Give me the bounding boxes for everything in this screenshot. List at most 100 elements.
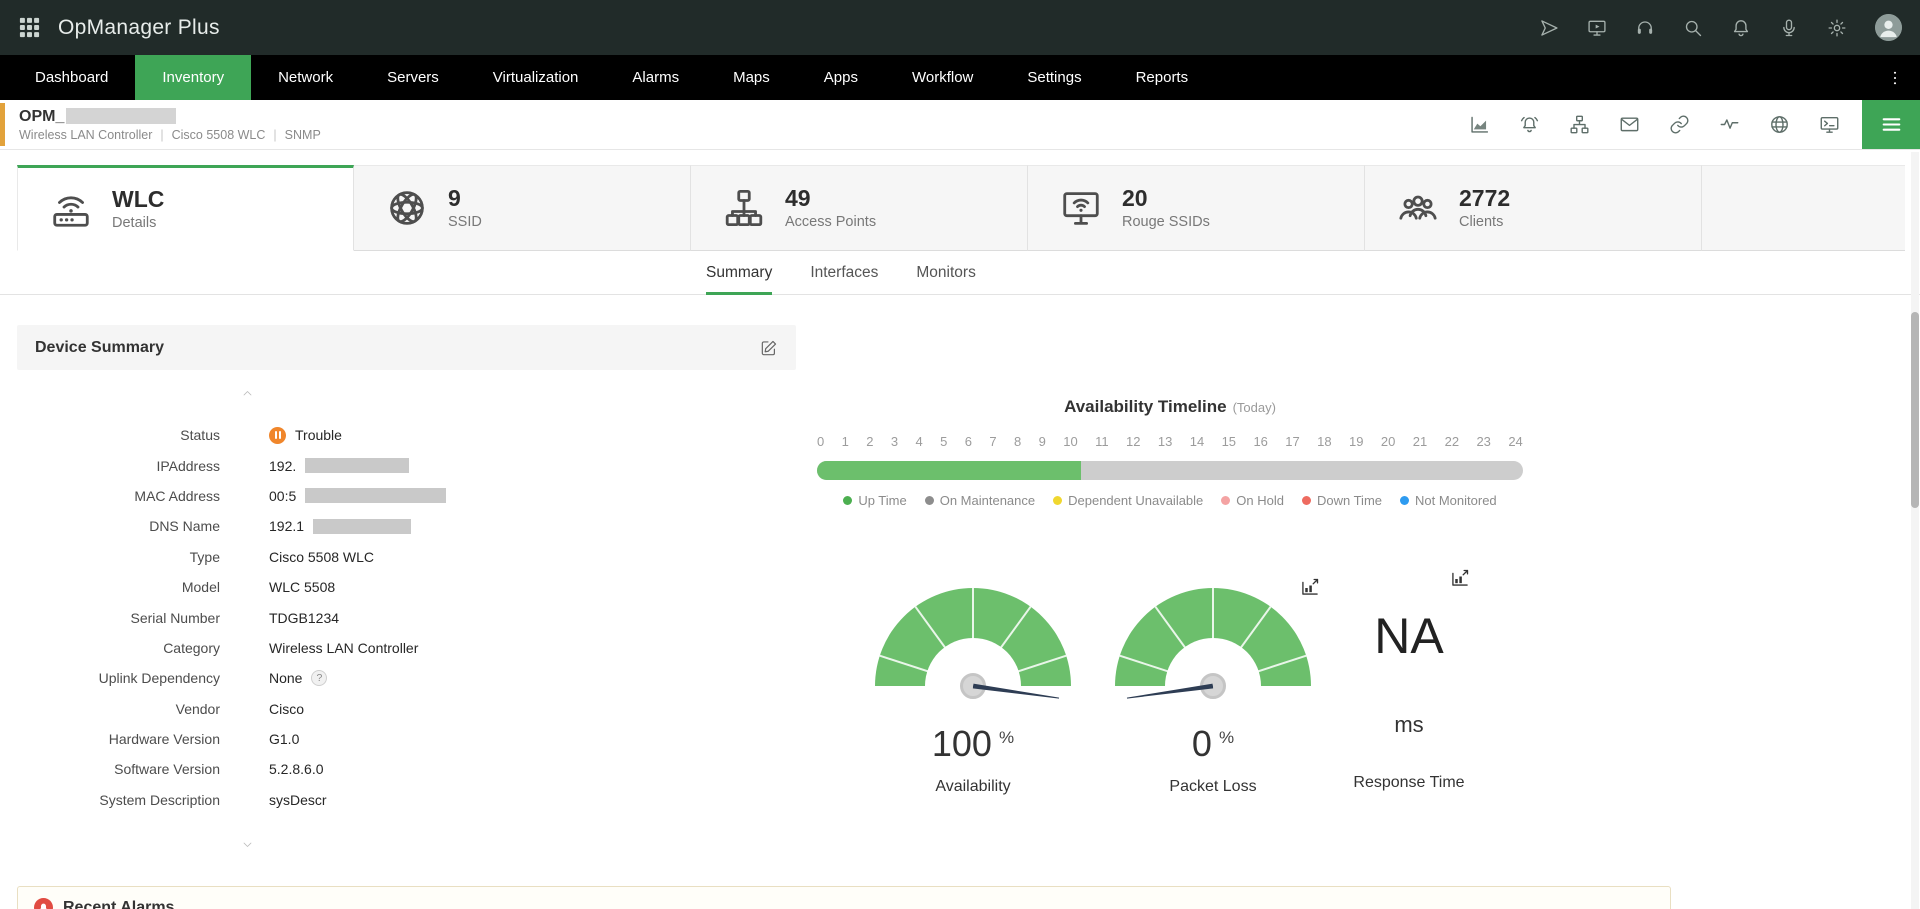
stat-tab-ssid[interactable]: 9 SSID	[354, 165, 691, 251]
legend-dot	[1053, 496, 1062, 505]
headset-icon[interactable]	[1635, 18, 1655, 38]
legend-dot	[1400, 496, 1409, 505]
subtab-summary[interactable]: Summary	[706, 251, 772, 295]
nav-item-maps[interactable]: Maps	[706, 55, 797, 100]
wifi-router-icon	[50, 188, 92, 230]
field-value-text: G1.0	[269, 731, 299, 747]
legend-label: Up Time	[858, 493, 906, 508]
summary-field-ipaddress: IPAddress192.	[17, 450, 796, 480]
device-info: OPM_ Wireless LAN Controller|Cisco 5508 …	[19, 108, 321, 142]
summary-field-type: TypeCisco 5508 WLC	[17, 542, 796, 572]
stat-tab-access-points[interactable]: 49Access Points	[691, 165, 1028, 251]
screen-share-icon[interactable]	[1587, 18, 1607, 38]
gauge-availability: 100%Availability	[863, 588, 1083, 796]
field-label: Model	[17, 579, 220, 595]
field-label: Hardware Version	[17, 731, 220, 747]
timeline-hour-label: 8	[1014, 434, 1021, 449]
field-label: Software Version	[17, 761, 220, 777]
nav-item-inventory[interactable]: Inventory	[135, 55, 251, 100]
gauge-dial	[875, 588, 1071, 702]
timeline-hour-label: 14	[1190, 434, 1204, 449]
timeline-subtitle-text: (Today)	[1233, 400, 1276, 415]
field-label: Type	[17, 549, 220, 565]
nav-item-reports[interactable]: Reports	[1109, 55, 1216, 100]
help-question-icon[interactable]: ?	[311, 670, 327, 686]
summary-field-vendor: VendorCisco	[17, 694, 796, 724]
nav-item-workflow[interactable]: Workflow	[885, 55, 1000, 100]
nav-overflow-icon[interactable]	[1870, 55, 1920, 100]
field-value-text: TDGB1234	[269, 610, 339, 626]
field-value-text: Wireless LAN Controller	[269, 640, 418, 656]
field-label: IPAddress	[17, 458, 220, 474]
gauge-value: 100%	[932, 726, 1014, 762]
edit-device-icon[interactable]	[760, 339, 778, 357]
feedback-icon[interactable]	[1779, 18, 1799, 38]
gauge-value: 0%	[1192, 726, 1234, 762]
nav-item-dashboard[interactable]: Dashboard	[8, 55, 135, 100]
legend-on-hold: On Hold	[1221, 493, 1284, 508]
stat-row-filler	[1702, 165, 1905, 251]
timeline-hour-label: 0	[817, 434, 824, 449]
nav-item-apps[interactable]: Apps	[797, 55, 885, 100]
globe-icon[interactable]	[1769, 114, 1790, 135]
field-value: G1.0	[269, 731, 299, 747]
legend-dependent-unavailable: Dependent Unavailable	[1053, 493, 1203, 508]
main-nav: DashboardInventoryNetworkServersVirtuali…	[0, 55, 1920, 100]
notifications-bell-icon[interactable]	[1731, 18, 1751, 38]
redacted-value	[305, 488, 446, 503]
timeline-hour-label: 19	[1349, 434, 1363, 449]
scrollbar-thumb[interactable]	[1911, 312, 1919, 508]
timeline-hour-label: 13	[1158, 434, 1172, 449]
subtab-interfaces[interactable]: Interfaces	[810, 251, 878, 295]
device-name-text: OPM_	[19, 108, 64, 125]
timeline-hour-label: 11	[1095, 434, 1109, 449]
nav-item-virtualization[interactable]: Virtualization	[466, 55, 606, 100]
stat-tab-wlc-details[interactable]: WLCDetails	[17, 165, 354, 251]
timeline-hour-label: 24	[1508, 434, 1522, 449]
send-icon[interactable]	[1539, 18, 1559, 38]
availability-timeline-bar[interactable]	[817, 461, 1523, 480]
stat-text: 20Rouge SSIDs	[1122, 186, 1210, 230]
mail-icon[interactable]	[1619, 114, 1640, 135]
field-label: Uplink Dependency	[17, 670, 220, 686]
topology-icon[interactable]	[1569, 114, 1590, 135]
nav-item-network[interactable]: Network	[251, 55, 360, 100]
nav-item-settings[interactable]: Settings	[1000, 55, 1108, 100]
alarm-bell-icon[interactable]	[1519, 114, 1540, 135]
nav-item-alarms[interactable]: Alarms	[605, 55, 706, 100]
stat-value: 9	[448, 186, 482, 211]
search-icon[interactable]	[1683, 18, 1703, 38]
response-time-block: NA ms Response Time	[1299, 606, 1519, 792]
device-summary-fields: StatusTroubleIPAddress192.MAC Address00:…	[17, 420, 796, 815]
stat-tab-clients[interactable]: 2772Clients	[1365, 165, 1702, 251]
apps-grid-icon[interactable]	[18, 16, 41, 39]
vertical-scrollbar	[1911, 152, 1919, 909]
report-export-icon[interactable]	[1450, 568, 1470, 588]
terminal-icon[interactable]	[1819, 114, 1840, 135]
subtab-bar: Summary Interfaces Monitors	[0, 251, 1920, 295]
nav-item-servers[interactable]: Servers	[360, 55, 466, 100]
field-label: Serial Number	[17, 610, 220, 626]
report-export-icon[interactable]	[1300, 577, 1320, 597]
legend-label: Not Monitored	[1415, 493, 1497, 508]
stat-tab-rouge-ssids[interactable]: 20Rouge SSIDs	[1028, 165, 1365, 251]
settings-gear-icon[interactable]	[1827, 18, 1847, 38]
subtab-monitors[interactable]: Monitors	[916, 251, 975, 295]
uptime-segment	[817, 461, 1081, 480]
chevron-down-icon[interactable]	[239, 839, 256, 851]
line-chart-icon[interactable]	[1719, 114, 1740, 135]
stat-label: Clients	[1459, 214, 1510, 230]
timeline-hour-label: 15	[1222, 434, 1236, 449]
field-label: MAC Address	[17, 488, 220, 504]
field-value-text: 5.2.8.6.0	[269, 761, 324, 777]
timeline-hour-label: 7	[989, 434, 996, 449]
timeline-title-text: Availability Timeline	[1064, 397, 1227, 416]
link-icon[interactable]	[1669, 114, 1690, 135]
stat-label: SSID	[448, 214, 482, 230]
device-menu-button[interactable]	[1862, 100, 1920, 149]
chevron-up-icon[interactable]	[239, 387, 256, 399]
field-value: 00:5	[269, 488, 446, 504]
area-chart-icon[interactable]	[1469, 114, 1490, 135]
field-label: DNS Name	[17, 518, 220, 534]
user-avatar[interactable]	[1875, 14, 1902, 41]
